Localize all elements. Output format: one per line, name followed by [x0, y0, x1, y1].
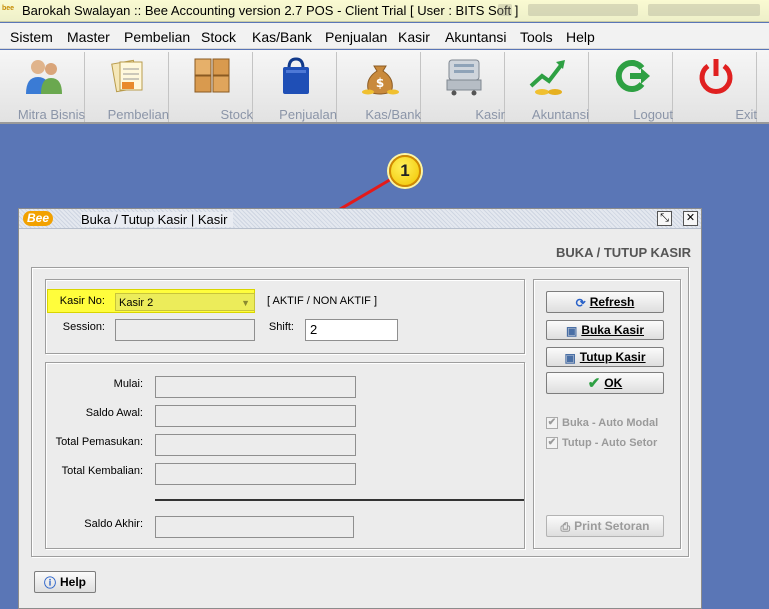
- buka-auto-modal-checkbox[interactable]: ✔ Buka - Auto Modal: [546, 417, 658, 430]
- restore-icon[interactable]: ⤡: [657, 211, 672, 226]
- session-field: [115, 319, 255, 341]
- saldo-awal-field: [155, 405, 356, 427]
- chevron-down-icon: ▼: [241, 298, 250, 308]
- ok-button[interactable]: ✔ OK: [546, 372, 664, 394]
- kasir-no-value: Kasir 2: [119, 297, 154, 309]
- saldo-akhir-field: [155, 516, 354, 538]
- tutup-kasir-button[interactable]: ▣ Tutup Kasir: [546, 347, 664, 367]
- checkmark-icon: ✔: [587, 374, 601, 392]
- total-kembalian-label: Total Kembalian:: [61, 465, 143, 477]
- mulai-field: [155, 376, 356, 398]
- shift-label: Shift:: [268, 321, 294, 333]
- annotation-number-badge: 1: [389, 155, 421, 187]
- printer-icon: ⎙: [560, 519, 571, 534]
- close-icon[interactable]: ✕: [683, 211, 698, 226]
- divider: [155, 499, 524, 501]
- dialog-title: Buka / Tutup Kasir | Kasir: [81, 212, 234, 227]
- tutup-auto-setor-checkbox[interactable]: ✔ Tutup - Auto Setor: [546, 437, 657, 450]
- status-text: [ AKTIF / NON AKTIF ]: [267, 295, 378, 307]
- refresh-icon: ⟳: [575, 295, 586, 310]
- kasir-no-label: Kasir No:: [59, 295, 105, 307]
- checkbox-checked-icon: ✔: [546, 437, 558, 450]
- saldo-akhir-label: Saldo Akhir:: [84, 518, 143, 530]
- mulai-label: Mulai:: [113, 378, 143, 390]
- total-pemasukan-field: [155, 434, 356, 456]
- computer-icon: ▣: [564, 350, 576, 365]
- bee-logo: Bee: [23, 211, 54, 226]
- section-title: BUKA / TUTUP KASIR: [555, 245, 691, 260]
- shift-field[interactable]: 2: [305, 319, 398, 341]
- print-setoran-button[interactable]: ⎙ Print Setoran: [546, 515, 664, 537]
- checkbox-checked-icon: ✔: [546, 417, 558, 430]
- help-icon: ⓘ: [43, 575, 56, 590]
- refresh-button[interactable]: ⟳ Refresh: [546, 291, 664, 313]
- total-kembalian-field: [155, 463, 356, 485]
- session-label: Session:: [62, 321, 105, 333]
- dialog-title-bar: Bee Buka / Tutup Kasir | Kasir ⤡ ✕: [19, 209, 701, 229]
- saldo-awal-label: Saldo Awal:: [85, 407, 143, 419]
- help-button[interactable]: ⓘ Help: [34, 571, 96, 593]
- computer-icon: ▣: [565, 323, 578, 338]
- buka-tutup-kasir-dialog: Bee Buka / Tutup Kasir | Kasir ⤡ ✕ BUKA …: [18, 208, 702, 609]
- buka-kasir-button[interactable]: ▣ Buka Kasir: [546, 320, 664, 340]
- kasir-no-select[interactable]: Kasir 2 ▼: [115, 293, 255, 311]
- total-pemasukan-label: Total Pemasukan:: [55, 436, 143, 448]
